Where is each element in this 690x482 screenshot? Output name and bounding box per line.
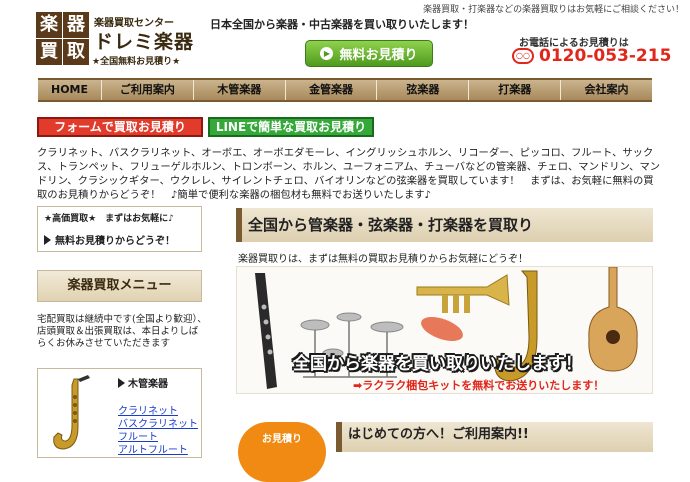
first-time-heading: はじめての方へ！ご利用案内!! [336, 422, 653, 452]
form-estimate-button[interactable]: フォームで買取お見積り [37, 117, 203, 137]
nav-brass[interactable]: 金管楽器 [286, 80, 378, 100]
freedial-icon: ○○ [512, 48, 534, 64]
logo-char: 取 [63, 39, 89, 65]
estimate-circle[interactable]: お見積り [238, 422, 326, 482]
nav-strings[interactable]: 弦楽器 [377, 80, 470, 100]
sidebar-menu-title: 楽器買取メニュー [37, 270, 202, 302]
phone-row[interactable]: ○○ 0120-053-215 [512, 46, 671, 66]
play-icon: ▶ [320, 47, 334, 60]
arrow-right-icon [44, 234, 51, 245]
free-estimate-button[interactable]: ▶ 無料お見積り [305, 40, 433, 67]
promo-line1: ★高価買取★ まずはお気軽に♪ [44, 214, 174, 224]
intro-text: クラリネット、バスクラリネット、オーボエ、オーボエダモーレ、イングリッシュホルン… [37, 147, 661, 201]
logo-title: ドレミ楽器 [94, 31, 195, 53]
nav-company[interactable]: 会社案内 [561, 80, 652, 100]
site-logo[interactable]: 楽 器 買 取 楽器買取センター ドレミ楽器 ★全国無料お見積り★ [36, 12, 195, 68]
sidebar-promo[interactable]: ★高価買取★ まずはお気軽に♪ 無料お見積りからどうぞ！ [37, 206, 202, 252]
nav-home[interactable]: HOME [38, 80, 102, 100]
woodwind-link[interactable]: クラリネット [118, 405, 198, 418]
saxophone-image [53, 375, 90, 450]
nav-woodwind[interactable]: 木管楽器 [194, 80, 286, 100]
banner-sub-label: ラクラク梱包キットを無料でお送りいたします！ [362, 379, 605, 392]
woodwind-link[interactable]: バスクラリネット [118, 418, 198, 431]
phone-number: 0120-053-215 [539, 46, 672, 66]
logo-mark: 楽 器 買 取 [36, 12, 90, 66]
main-heading: 全国から管楽器・弦楽器・打楽器を買取り [236, 208, 653, 242]
woodwind-link[interactable]: アルトフルート [118, 444, 198, 457]
header-tagline: 日本全国から楽器・中古楽器を買い取りいたします！ [210, 18, 474, 31]
nav-percussion[interactable]: 打楽器 [469, 80, 562, 100]
logo-char: 器 [63, 12, 89, 38]
woodwind-title-row: 木管楽器 [118, 375, 168, 390]
logo-free-estimate: ★全国無料お見積り★ [92, 57, 181, 67]
woodwind-menu: 木管楽器 クラリネット バスクラリネット フルート アルトフルート [37, 368, 202, 458]
arrow-right-icon [118, 377, 125, 388]
instruments-image [237, 267, 652, 393]
logo-char: 買 [36, 39, 62, 65]
main-subtext: 楽器買取りは、まずは無料の買取お見積りからお気軽にどうぞ！ [238, 254, 528, 265]
nav-guide[interactable]: ご利用案内 [102, 80, 194, 100]
hero-banner[interactable]: 全国から楽器を買い取りいたします！ ➡ラクラク梱包キットを無料でお送りいたします… [236, 266, 653, 394]
banner-sub-text: ➡ラクラク梱包キットを無料でお送りいたします！ [353, 379, 605, 392]
top-note: 楽器買取・打楽器などの楽器買取りはお気軽にご相談ください！ [423, 5, 684, 15]
sidebar-note: 宅配買取は継続中です(全国より歓迎）、店頭買取＆出張買取は、本日よりしばらくお休… [37, 314, 207, 349]
free-estimate-label: 無料お見積り [339, 48, 418, 63]
promo-line2: 無料お見積りからどうぞ！ [55, 236, 175, 247]
logo-char: 楽 [36, 12, 62, 38]
line-estimate-button[interactable]: LINEで簡単な買取お見積り [208, 117, 374, 137]
estimate-circle-label: お見積り [262, 434, 302, 445]
main-nav: HOME ご利用案内 木管楽器 金管楽器 弦楽器 打楽器 会社案内 [38, 78, 652, 102]
promo-line2-row: 無料お見積りからどうぞ！ [44, 232, 195, 247]
woodwind-links: クラリネット バスクラリネット フルート アルトフルート [118, 405, 198, 457]
banner-main-text: 全国から楽器を買い取りいたします！ [293, 354, 582, 374]
woodwind-title: 木管楽器 [128, 379, 168, 390]
woodwind-link[interactable]: フルート [118, 431, 198, 444]
